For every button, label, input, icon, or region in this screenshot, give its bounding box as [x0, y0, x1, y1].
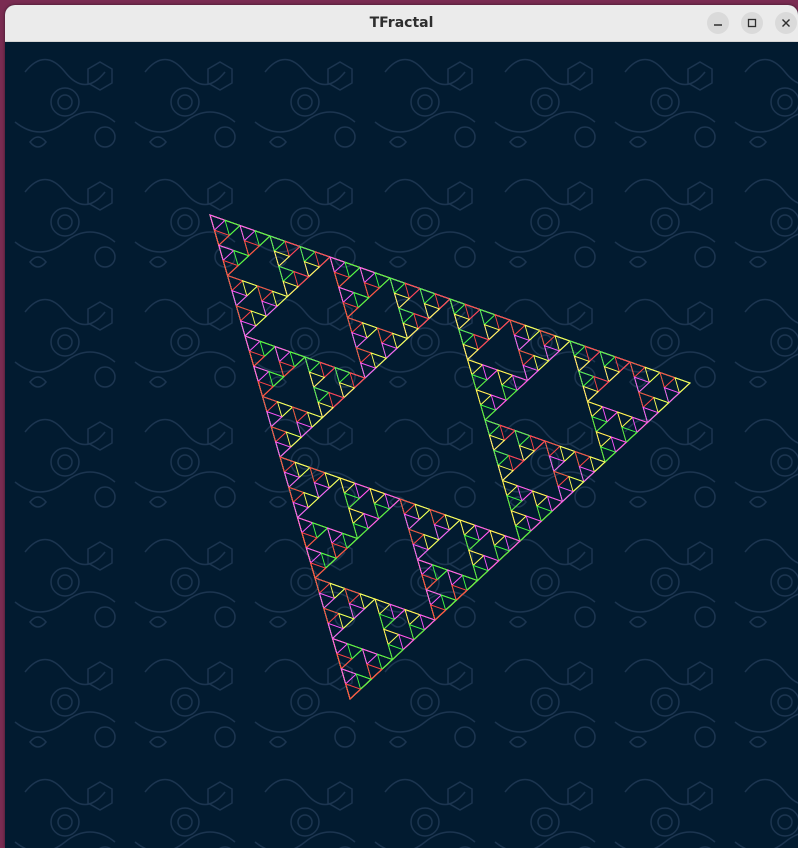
- fractal-canvas[interactable]: [5, 42, 798, 848]
- background-pattern: [5, 42, 798, 848]
- app-window: TFractal: [5, 5, 798, 848]
- minimize-icon: [714, 24, 722, 26]
- window-title: TFractal: [369, 15, 434, 31]
- minimize-button[interactable]: [707, 12, 729, 34]
- fractal-drawing: [5, 42, 798, 848]
- title-bar[interactable]: TFractal: [5, 5, 798, 42]
- maximize-icon: [747, 18, 757, 28]
- close-button[interactable]: [775, 12, 797, 34]
- close-icon: [782, 19, 790, 27]
- maximize-button[interactable]: [741, 12, 763, 34]
